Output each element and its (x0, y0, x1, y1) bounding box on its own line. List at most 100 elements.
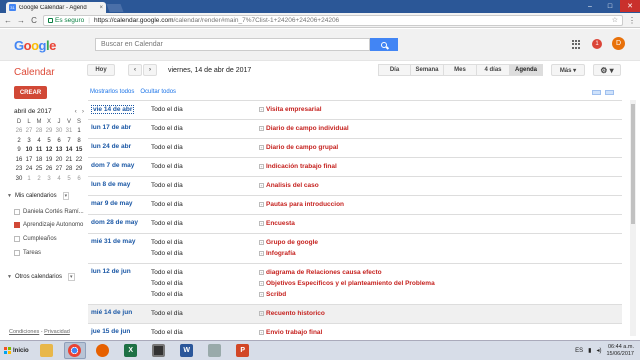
volume-icon[interactable]: ◂) (596, 347, 601, 354)
calendar-item[interactable]: Aprendizaje Autonomo (14, 222, 83, 228)
taskbar-app-firefox[interactable] (92, 342, 114, 359)
agenda-date[interactable]: lun 8 de may (91, 181, 130, 188)
mini-calendar-day[interactable]: 30 (54, 127, 64, 137)
taskbar-app-folder[interactable] (36, 342, 58, 359)
mini-calendar-day[interactable]: 2 (34, 174, 44, 184)
agenda-date[interactable]: lun 17 de abr (91, 124, 131, 131)
agenda-date[interactable]: mié 14 de jun (91, 309, 132, 316)
event-title[interactable]: + Indicación trabajo final (259, 163, 337, 170)
mini-calendar-day[interactable]: 27 (54, 165, 64, 175)
mini-calendar-day[interactable]: 2 (14, 136, 24, 146)
avatar[interactable]: D (612, 37, 625, 50)
collapse-right-icon[interactable] (605, 90, 614, 95)
secure-indicator[interactable]: Es seguro (48, 17, 84, 24)
show-all-link[interactable]: Mostrarlos todos (90, 89, 134, 95)
mini-calendar-day[interactable]: 11 (34, 146, 44, 156)
calendar-item[interactable]: Cumpleaños (14, 236, 57, 242)
agenda-event[interactable]: Todo el día + Encuesta (91, 218, 619, 229)
agenda-event[interactable]: Todo el día + diagrama de Relaciones causa… (91, 267, 619, 278)
taskbar-app-powerpoint[interactable]: P (232, 342, 254, 359)
agenda-event[interactable]: Todo el día + Objetivos Especificos y el p… (91, 278, 619, 289)
agenda-date[interactable]: lun 12 de jun (91, 268, 131, 275)
agenda-date[interactable]: dom 28 de may (91, 219, 138, 226)
expand-event-icon[interactable]: + (259, 126, 264, 131)
agenda-date[interactable]: dom 7 de may (91, 162, 134, 169)
forward-button[interactable]: → (17, 16, 25, 25)
agenda-date[interactable]: jue 15 de jun (91, 328, 130, 335)
expand-event-icon[interactable]: + (259, 281, 264, 286)
browser-menu-icon[interactable]: ⋮ (628, 16, 636, 25)
maximize-button[interactable]: □ (600, 0, 620, 12)
prev-button[interactable]: ‹ (128, 64, 142, 76)
mini-calendar-day[interactable]: 31 (64, 127, 74, 137)
collapse-left-icon[interactable] (592, 90, 601, 95)
expand-event-icon[interactable]: + (259, 240, 264, 245)
agenda-date[interactable]: lun 24 de abr (91, 143, 131, 150)
apps-grid-icon[interactable] (572, 40, 581, 49)
privacy-link[interactable]: Privacidad (44, 329, 70, 335)
agenda-date[interactable]: vie 14 de abr (91, 105, 135, 114)
settings-button[interactable]: ⚙ ▾ (593, 64, 621, 76)
agenda-event[interactable]: Todo el día + Envio trabajo final (91, 327, 619, 338)
mini-calendar-day[interactable]: 6 (54, 136, 64, 146)
event-title[interactable]: + Diario de campo grupal (259, 144, 338, 151)
scrollbar-thumb[interactable] (631, 104, 635, 224)
agenda-event[interactable]: Todo el día + Visita empresarial (91, 104, 619, 115)
agenda-date[interactable]: mar 9 de may (91, 200, 133, 207)
mini-next-icon[interactable]: › (82, 108, 84, 115)
view-day-button[interactable]: Día (378, 64, 411, 76)
clock[interactable]: 06:44 a.m. 15/06/2017 (606, 344, 634, 358)
mini-calendar-day[interactable]: 17 (24, 155, 34, 165)
expand-event-icon[interactable]: + (259, 183, 264, 188)
hide-all-link[interactable]: Ocultar todos (140, 89, 176, 95)
bookmark-star-icon[interactable]: ☆ (612, 16, 618, 24)
agenda-event[interactable]: Todo el día + Grupo de google (91, 237, 619, 248)
mini-calendar-day[interactable]: 9 (14, 146, 24, 156)
agenda-event[interactable]: Todo el día + Analisis del caso (91, 180, 619, 191)
reload-button[interactable]: C (30, 16, 38, 25)
chevron-down-icon[interactable]: ▾ (67, 273, 75, 281)
expand-event-icon[interactable]: + (259, 221, 264, 226)
expand-event-icon[interactable]: + (259, 330, 264, 335)
mini-calendar-day[interactable]: 20 (54, 155, 64, 165)
my-calendars-toggle[interactable]: ▼ Mis calendarios ▾ (7, 192, 70, 200)
browser-tab[interactable]: 31 Google Calendar - Agend × (6, 2, 106, 13)
taskbar-app-paint[interactable] (204, 342, 226, 359)
mini-calendar-day[interactable]: 13 (54, 146, 64, 156)
network-icon[interactable]: ▮ (588, 347, 591, 354)
mini-calendar-day[interactable]: 7 (64, 136, 74, 146)
create-button[interactable]: CREAR (14, 86, 47, 99)
mini-calendar-day[interactable]: 4 (54, 174, 64, 184)
agenda-event[interactable]: Todo el día + Diario de campo grupal (91, 142, 619, 153)
terms-link[interactable]: Condiciones (9, 329, 39, 335)
mini-calendar-day[interactable]: 12 (44, 146, 54, 156)
expand-event-icon[interactable]: + (259, 164, 264, 169)
mini-calendar-day[interactable]: 8 (74, 136, 84, 146)
event-title[interactable]: + Pautas para introduccion (259, 201, 344, 208)
mini-calendar-day[interactable]: 18 (34, 155, 44, 165)
taskbar-app-excel[interactable]: X (120, 342, 142, 359)
event-title[interactable]: + Analisis del caso (259, 182, 319, 189)
mini-calendar-day[interactable]: 23 (14, 165, 24, 175)
agenda-event[interactable]: Todo el día + Infografía (91, 248, 619, 259)
mini-calendar-day[interactable]: 3 (44, 174, 54, 184)
today-button[interactable]: Hoy (87, 64, 115, 76)
mini-prev-icon[interactable]: ‹ (75, 108, 77, 115)
mini-calendar-day[interactable]: 5 (64, 174, 74, 184)
mini-calendar-day[interactable]: 5 (44, 136, 54, 146)
mini-calendar-day[interactable]: 3 (24, 136, 34, 146)
expand-event-icon[interactable]: + (259, 145, 264, 150)
url-input[interactable]: Es seguro | https://calendar.google.com/… (43, 14, 623, 26)
more-button[interactable]: Más ▾ (551, 64, 585, 76)
event-title[interactable]: + Infografía (259, 250, 296, 257)
agenda-event[interactable]: Todo el día + Indicación trabajo final (91, 161, 619, 172)
taskbar-app-monitor[interactable] (148, 342, 170, 359)
view-agenda-button[interactable]: Agenda (510, 64, 543, 76)
event-title[interactable]: + Visita empresarial (259, 106, 322, 113)
mini-calendar-day[interactable]: 10 (24, 146, 34, 156)
mini-calendar-day[interactable]: 21 (64, 155, 74, 165)
calendar-item[interactable]: Daniela Cortés Ramí... (14, 209, 84, 215)
expand-event-icon[interactable]: + (259, 107, 264, 112)
mini-calendar-day[interactable]: 26 (14, 127, 24, 137)
mini-calendar-day[interactable]: 24 (24, 165, 34, 175)
